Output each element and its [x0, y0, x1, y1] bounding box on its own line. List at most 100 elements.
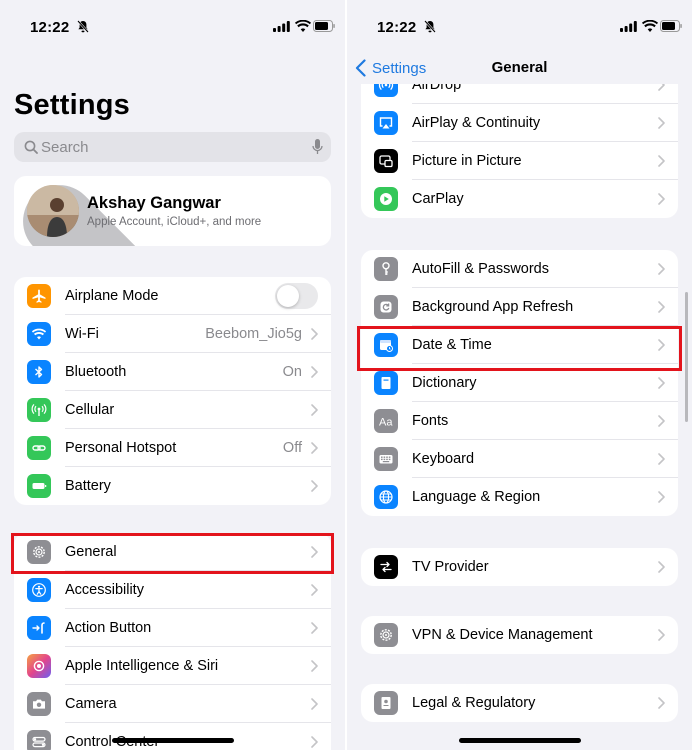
row-label: Airplane Mode	[65, 288, 159, 304]
refresh-icon	[374, 295, 398, 319]
settings-row-action-button[interactable]: Action Button	[14, 609, 331, 647]
settings-row-airplay-continuity[interactable]: AirPlay & Continuity	[361, 104, 678, 142]
settings-row-wifi[interactable]: Wi-Fi Beebom_Jio5g	[14, 315, 331, 353]
microphone-icon[interactable]	[312, 139, 323, 155]
pip-icon	[374, 149, 398, 173]
settings-row-control-center[interactable]: Control Center	[14, 723, 331, 750]
general-screen: 12:22 AirDrop AirPlay & Continuity Pictu…	[347, 0, 692, 750]
chevron-right-icon	[311, 328, 318, 340]
row-label: Legal & Regulatory	[412, 695, 536, 711]
row-label: Apple Intelligence & Siri	[65, 658, 219, 674]
tv-provider-icon	[374, 555, 398, 579]
row-label: Accessibility	[65, 582, 144, 598]
highlight-box-general	[11, 533, 334, 574]
chevron-right-icon	[658, 491, 665, 503]
camera-icon	[27, 692, 51, 716]
account-name: Akshay Gangwar	[87, 194, 221, 212]
chevron-right-icon	[658, 453, 665, 465]
keyboard-icon	[374, 447, 398, 471]
settings-row-language-region[interactable]: Language & Region	[361, 478, 678, 516]
row-label: Personal Hotspot	[65, 440, 177, 456]
vpn-group: VPN & Device Management	[361, 616, 678, 654]
row-label: Action Button	[65, 620, 152, 636]
status-bar: 12:22	[0, 0, 345, 44]
search-field[interactable]: Search	[14, 132, 331, 162]
settings-row-camera[interactable]: Camera	[14, 685, 331, 723]
settings-row-carplay[interactable]: CarPlay	[361, 180, 678, 218]
row-label: VPN & Device Management	[412, 627, 593, 643]
row-label: CarPlay	[412, 191, 464, 207]
silent-bell-icon	[77, 20, 89, 33]
chevron-right-icon	[311, 584, 318, 596]
home-indicator	[111, 738, 234, 743]
row-label: Battery	[65, 478, 111, 494]
settings-row-battery[interactable]: Battery	[14, 467, 331, 505]
airplay-icon	[374, 111, 398, 135]
airplane-mode-toggle[interactable]	[275, 283, 318, 309]
settings-row-fonts[interactable]: Aa Fonts	[361, 402, 678, 440]
silent-bell-icon	[424, 20, 436, 33]
row-label: Camera	[65, 696, 117, 712]
settings-row-bluetooth[interactable]: Bluetooth On	[14, 353, 331, 391]
settings-row-legal-regulatory[interactable]: Legal & Regulatory	[361, 684, 678, 722]
settings-row-cellular[interactable]: Cellular	[14, 391, 331, 429]
connectivity-group: Airplane Mode Wi-Fi Beebom_Jio5g Bluetoo…	[14, 277, 331, 505]
wifi-status-icon	[642, 20, 658, 32]
settings-row-personal-hotspot[interactable]: Personal Hotspot Off	[14, 429, 331, 467]
account-subtitle: Apple Account, iCloud+, and more	[87, 216, 262, 228]
chevron-right-icon	[658, 193, 665, 205]
avatar	[27, 185, 79, 237]
signal-icon	[273, 21, 290, 32]
page-title: Settings	[14, 89, 130, 121]
gear-icon	[374, 623, 398, 647]
bluetooth-icon	[27, 360, 51, 384]
legal-group: Legal & Regulatory	[361, 684, 678, 722]
hotspot-icon	[27, 436, 51, 460]
settings-row-airplane-mode[interactable]: Airplane Mode	[14, 277, 331, 315]
row-value: Off	[282, 440, 302, 456]
row-label: Wi-Fi	[65, 326, 99, 342]
legal-icon	[374, 691, 398, 715]
settings-screen: 12:22 Settings Search Akshay Gangwar App…	[0, 0, 345, 750]
row-label: Keyboard	[412, 451, 475, 467]
settings-row-autofill-passwords[interactable]: AutoFill & Passwords	[361, 250, 678, 288]
system-group: AutoFill & Passwords Background App Refr…	[361, 250, 678, 516]
settings-row-apple-intelligence-siri[interactable]: Apple Intelligence & Siri	[14, 647, 331, 685]
nav-title: General	[491, 59, 548, 76]
carplay-icon	[374, 187, 398, 211]
row-label: Background App Refresh	[412, 299, 574, 315]
wifi-icon	[27, 322, 51, 346]
chevron-right-icon	[658, 155, 665, 167]
status-bar: 12:22	[347, 0, 692, 44]
settings-row-keyboard[interactable]: Keyboard	[361, 440, 678, 478]
svg-text:Aa: Aa	[379, 417, 393, 429]
chevron-right-icon	[311, 698, 318, 710]
row-value: On	[282, 364, 302, 380]
navigation-bar: 12:22 Settings General	[347, 0, 692, 84]
settings-row-picture-in-picture[interactable]: Picture in Picture	[361, 142, 678, 180]
settings-row-tv-provider[interactable]: TV Provider	[361, 548, 678, 586]
row-value: Beebom_Jio5g	[205, 326, 302, 342]
wifi-status-icon	[295, 20, 311, 32]
chevron-right-icon	[658, 263, 665, 275]
fonts-icon: Aa	[374, 409, 398, 433]
row-label: TV Provider	[412, 559, 489, 575]
apple-account-card[interactable]: Akshay Gangwar Apple Account, iCloud+, a…	[14, 176, 331, 246]
row-label: Picture in Picture	[412, 153, 522, 169]
chevron-right-icon	[658, 697, 665, 709]
globe-icon	[374, 485, 398, 509]
settings-row-background-app-refresh[interactable]: Background App Refresh	[361, 288, 678, 326]
row-label: Bluetooth	[65, 364, 127, 380]
chevron-right-icon	[311, 404, 318, 416]
settings-row-accessibility[interactable]: Accessibility	[14, 571, 331, 609]
action-button-icon	[27, 616, 51, 640]
chevron-right-icon	[658, 415, 665, 427]
row-label: AirPlay & Continuity	[412, 115, 541, 131]
row-label: Language & Region	[412, 489, 541, 505]
signal-icon	[620, 21, 637, 32]
settings-row-vpn-device-management[interactable]: VPN & Device Management	[361, 616, 678, 654]
chevron-right-icon	[658, 561, 665, 573]
scroll-indicator[interactable]	[685, 292, 688, 422]
chevron-right-icon	[311, 622, 318, 634]
battery-status-icon	[660, 20, 682, 32]
